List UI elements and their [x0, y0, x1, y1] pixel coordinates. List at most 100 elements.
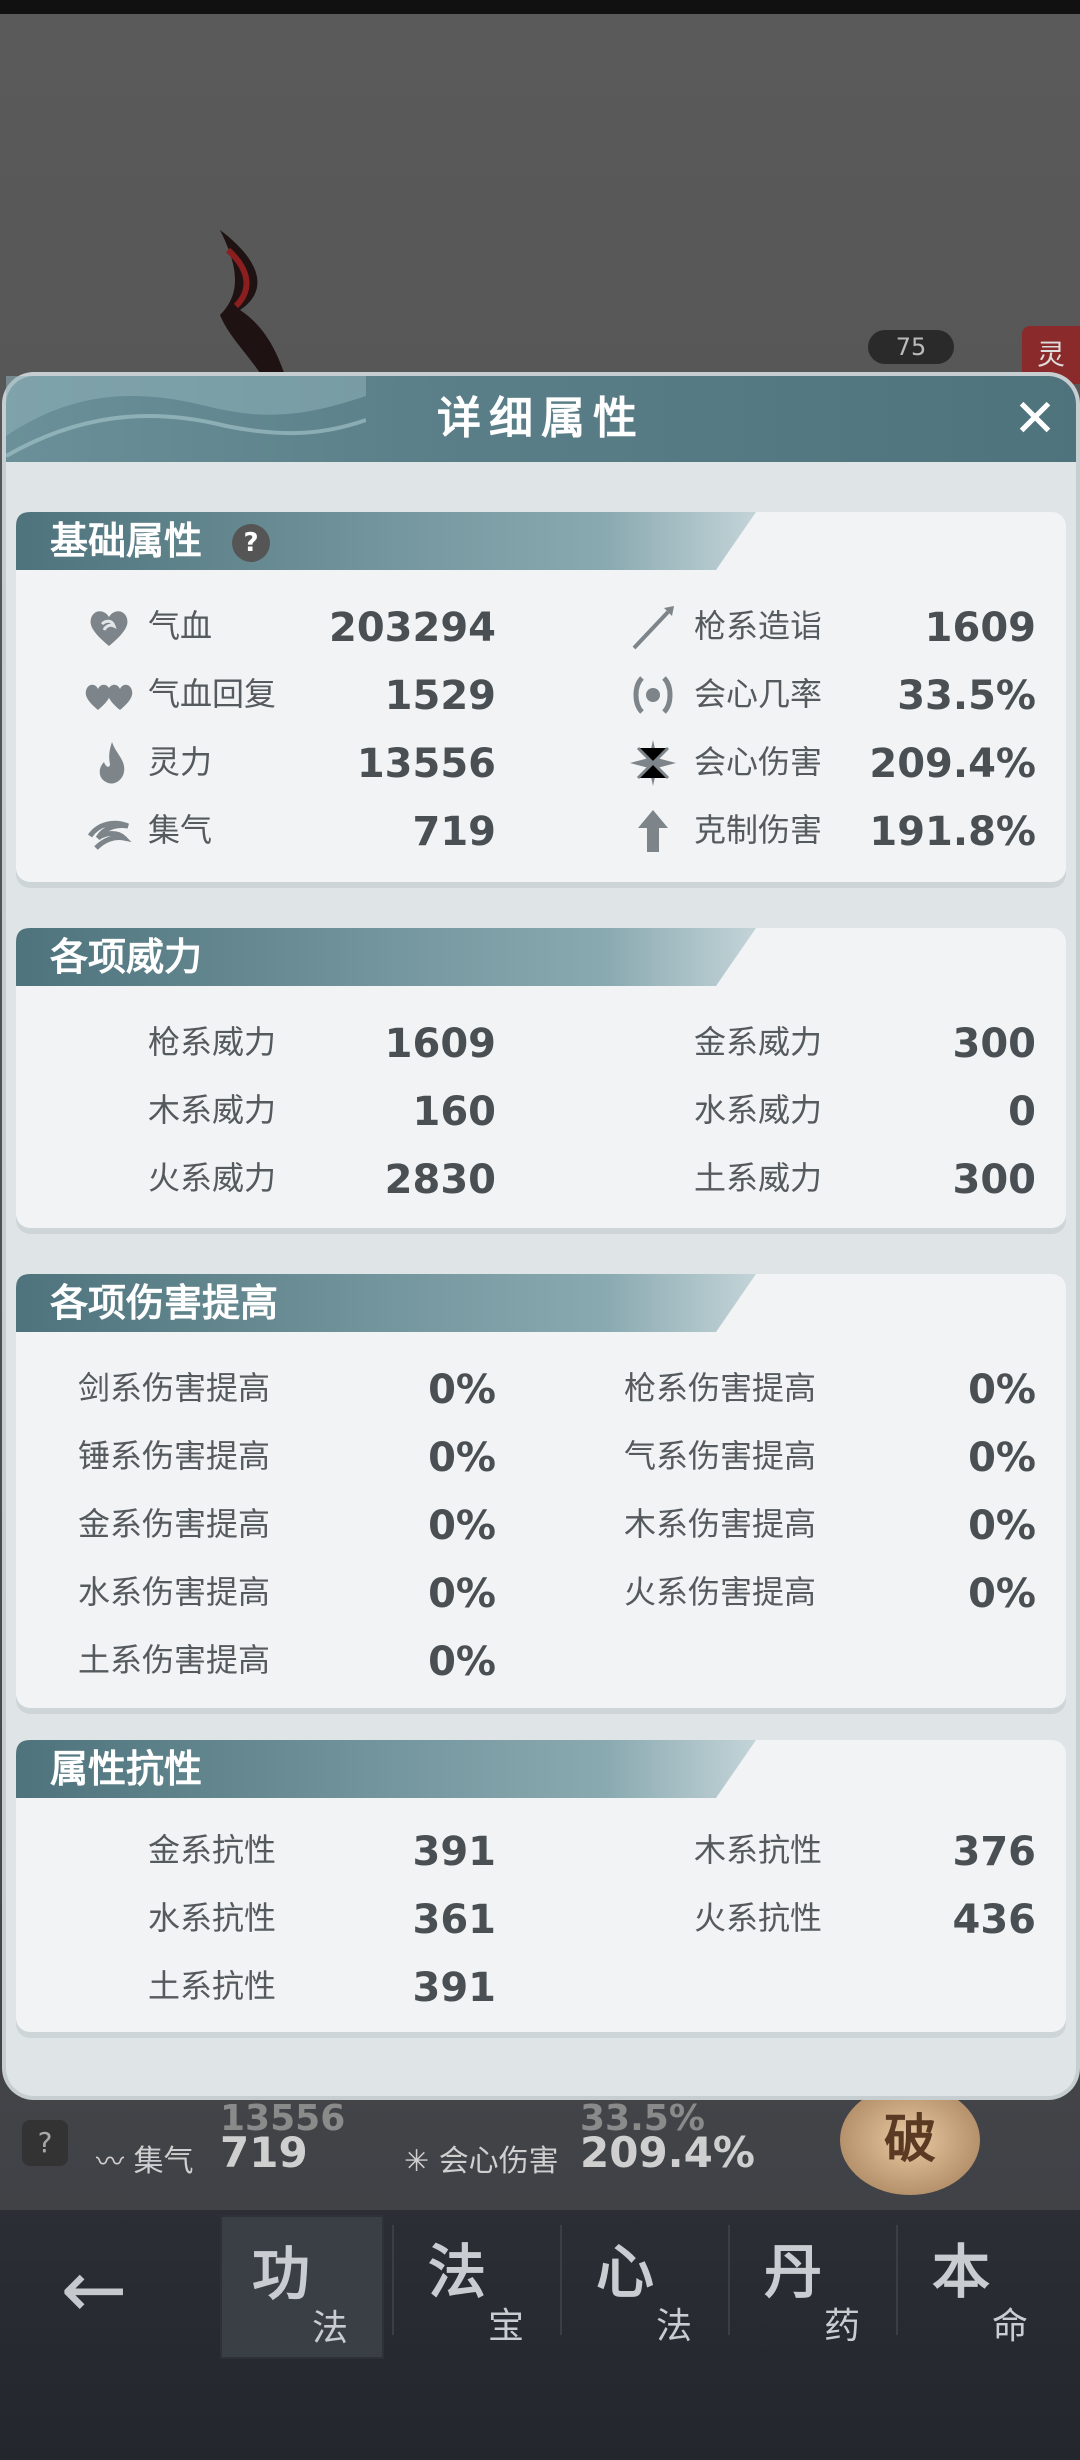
tab-divider: [392, 2225, 394, 2335]
tab-small-label: 法: [656, 2306, 693, 2347]
tab-big-label: 丹: [764, 2238, 823, 2306]
tab-big-label: 功: [252, 2240, 311, 2308]
stat-label: 枪系伤害提高: [624, 1369, 817, 1407]
section-title: 各项伤害提高: [50, 1281, 279, 1325]
tab-danyao[interactable]: 丹 药: [734, 2215, 894, 2355]
tab-big-label: 心: [596, 2238, 655, 2306]
stat-row: 集气 719: [16, 800, 536, 860]
status-bar: [0, 0, 1080, 14]
stat-row: 气血回复 1529: [16, 664, 536, 724]
under-label: 〰 集气: [96, 2136, 194, 2180]
tab-divider: [896, 2225, 898, 2335]
stat-row: 气系伤害提高 0%: [556, 1426, 1056, 1486]
stat-row: 水系伤害提高 0%: [16, 1562, 536, 1622]
stat-value: 0%: [428, 1503, 496, 1549]
stat-value: 376: [952, 1829, 1037, 1875]
tab-small-label: 法: [312, 2308, 349, 2349]
stat-label: 会心几率: [694, 675, 823, 713]
arrow-up-icon: [638, 810, 668, 852]
swirl-icon: 〰: [96, 2145, 125, 2178]
stat-row: 火系威力 2830: [16, 1148, 536, 1208]
stat-row: 金系抗性 391: [16, 1820, 536, 1880]
stat-row: 火系伤害提高 0%: [556, 1562, 1056, 1622]
stat-label: 金系威力: [694, 1023, 823, 1061]
tab-gongfa[interactable]: 功 法: [220, 2215, 384, 2359]
tab-divider: [560, 2225, 562, 2335]
stat-value: 160: [412, 1089, 497, 1135]
stat-label: 火系抗性: [694, 1899, 823, 1937]
starburst-icon: ✳: [404, 2144, 430, 2179]
section-title: 基础属性: [50, 519, 203, 563]
stat-value: 0: [1008, 1089, 1036, 1135]
under-label: ✳ 会心伤害: [404, 2136, 559, 2180]
close-icon[interactable]: ✕: [1006, 390, 1064, 448]
tab-xinfa[interactable]: 心 法: [566, 2215, 726, 2355]
under-value: 719: [220, 2128, 308, 2177]
stat-value: 719: [412, 809, 497, 855]
stat-label: 金系伤害提高: [78, 1505, 271, 1543]
stat-label: 土系伤害提高: [78, 1641, 271, 1679]
stat-value: 1529: [384, 673, 496, 719]
crit-rate-icon: [633, 676, 673, 714]
stat-value: 391: [412, 1965, 497, 2011]
stat-row: 土系抗性 391: [16, 1956, 536, 2016]
stat-label: 木系伤害提高: [624, 1505, 817, 1543]
stat-label: 土系抗性: [148, 1967, 277, 2005]
spear-icon: [632, 606, 674, 650]
flame-icon: [99, 742, 125, 784]
weapon-sprite-icon: [220, 230, 290, 390]
stat-row: 剑系伤害提高 0%: [16, 1358, 536, 1418]
section-title: 属性抗性: [50, 1747, 203, 1791]
stat-value: 300: [952, 1021, 1037, 1067]
tab-fabao[interactable]: 法 宝: [398, 2215, 558, 2355]
heart-icon: [90, 611, 128, 646]
stat-value: 0%: [968, 1367, 1036, 1413]
stat-label: 锤系伤害提高: [78, 1437, 271, 1475]
stat-value: 13556: [356, 741, 496, 787]
stat-row: 枪系伤害提高 0%: [556, 1358, 1056, 1418]
under-label-text: 会心伤害: [438, 2144, 559, 2179]
stat-label: 水系伤害提高: [78, 1573, 271, 1611]
section-title: 各项威力: [50, 935, 203, 979]
starburst-icon: [630, 740, 676, 786]
stat-row: 会心伤害 209.4%: [556, 732, 1056, 792]
tab-benming[interactable]: 本 命: [902, 2215, 1062, 2355]
stat-value: 2830: [384, 1157, 496, 1203]
stat-label: 枪系威力: [148, 1023, 277, 1061]
breakthrough-button[interactable]: 破: [840, 2085, 980, 2195]
stat-row: 金系威力 300: [556, 1012, 1056, 1072]
tab-small-label: 命: [992, 2306, 1029, 2347]
back-arrow-icon[interactable]: ←: [44, 2240, 144, 2340]
stat-label: 克制伤害: [694, 811, 823, 849]
stat-label: 集气: [148, 811, 213, 849]
stat-label: 木系威力: [148, 1091, 277, 1129]
modal-title: 详细属性: [437, 393, 645, 444]
stat-label: 气血回复: [148, 675, 277, 713]
tab-small-label: 药: [824, 2306, 861, 2347]
stat-label: 火系威力: [148, 1159, 277, 1197]
stat-row: 灵力 13556: [16, 732, 536, 792]
under-label-text: 集气: [133, 2144, 194, 2179]
section-damage: 各项伤害提高 剑系伤害提高 0% 锤系伤害提高 0% 金系伤害提高 0% 水系伤…: [16, 1274, 1066, 1708]
stat-value: 33.5%: [897, 673, 1036, 719]
stat-row: 克制伤害 191.8%: [556, 800, 1056, 860]
stat-row: 水系抗性 361: [16, 1888, 536, 1948]
stat-value: 391: [412, 1829, 497, 1875]
stat-value: 0%: [968, 1571, 1036, 1617]
help-button[interactable]: ?: [232, 524, 270, 562]
stat-label: 灵力: [148, 743, 213, 781]
modal-header: 详细属性 ✕: [6, 376, 1076, 462]
stat-row: 木系伤害提高 0%: [556, 1494, 1056, 1554]
stat-row: 金系伤害提高 0%: [16, 1494, 536, 1554]
stat-row: 气血 203294: [16, 596, 536, 656]
stat-value: 1609: [384, 1021, 496, 1067]
stat-label: 剑系伤害提高: [78, 1369, 271, 1407]
stat-label: 金系抗性: [148, 1831, 277, 1869]
stat-label: 水系抗性: [148, 1899, 277, 1937]
stat-row: 土系伤害提高 0%: [16, 1630, 536, 1690]
detail-attributes-modal: 详细属性 ✕ 基础属性 ? 气血 203294 气血回复 1529 灵力 135…: [6, 376, 1076, 2096]
stat-row: 会心几率 33.5%: [556, 664, 1056, 724]
section-basic: 基础属性 ? 气血 203294 气血回复 1529 灵力 13556 集气 7…: [16, 512, 1066, 882]
tab-big-label: 本: [932, 2238, 991, 2306]
stat-value: 1609: [924, 605, 1036, 651]
